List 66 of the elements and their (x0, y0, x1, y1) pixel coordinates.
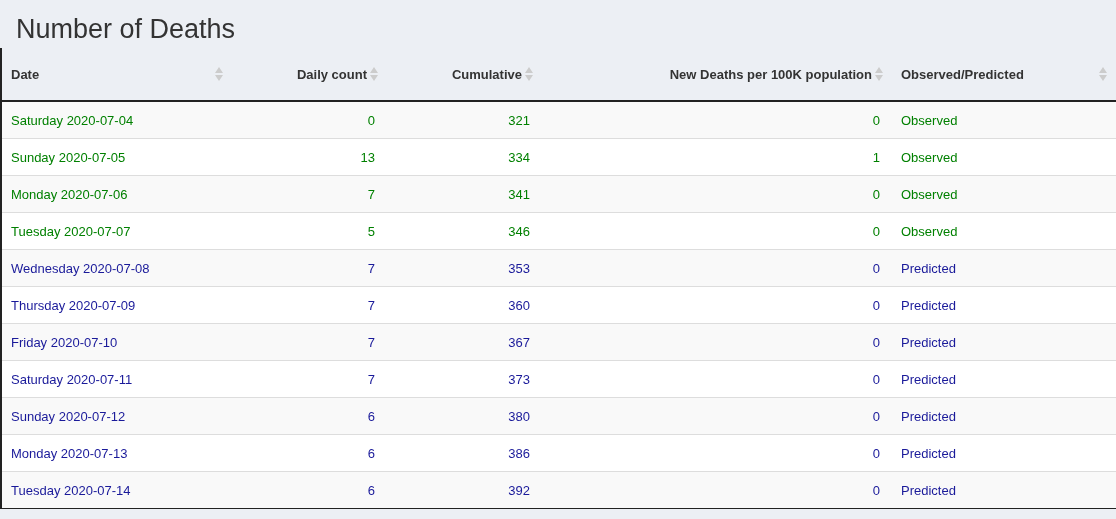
table-cell-text: 0 (871, 445, 881, 461)
table-cell-text: Observed (900, 186, 959, 202)
table-cell-text: Wednesday 2020-07-08 (10, 260, 151, 276)
table-cell-text: 341 (507, 186, 531, 202)
table-cell-text: 0 (871, 408, 881, 424)
column-header[interactable]: Date (2, 66, 232, 82)
table-cell-text: 7 (366, 371, 376, 387)
table-cell-text: Saturday 2020-07-04 (10, 112, 135, 128)
column-header[interactable]: Daily count (232, 66, 387, 82)
table-cell-text: Predicted (900, 408, 957, 424)
table-cell-text: 0 (871, 334, 881, 350)
table-cell-text: 6 (366, 408, 376, 424)
table-cell-text: 392 (507, 482, 531, 498)
table-cell-text: 321 (507, 112, 531, 128)
column-header[interactable]: Observed/Predicted (892, 66, 1116, 82)
table-cell-text: 6 (366, 482, 376, 498)
column-header[interactable]: New Deaths per 100K population (542, 66, 892, 82)
table-cell-text: Predicted (900, 482, 957, 498)
table-cell-text: Observed (900, 223, 959, 239)
table-cell-text: 1 (871, 149, 881, 165)
table-cell-text: Observed (900, 112, 959, 128)
table-cell-text: Observed (900, 149, 959, 165)
table-cell-text: 7 (366, 186, 376, 202)
table-cell-text: Friday 2020-07-10 (10, 334, 119, 350)
table-cell-text: 346 (507, 223, 531, 239)
table-cell-text: Tuesday 2020-07-14 (10, 482, 132, 498)
table-cell-text: 5 (366, 223, 376, 239)
table-cell-text: 373 (507, 371, 531, 387)
table-cell-text: 0 (871, 482, 881, 498)
table-cell-text: Monday 2020-07-13 (10, 445, 129, 461)
table-cell-text: Thursday 2020-07-09 (10, 297, 137, 313)
table-cell-text: Saturday 2020-07-11 (10, 371, 134, 387)
column-header[interactable]: Cumulative (387, 66, 542, 82)
sort-icon[interactable] (370, 66, 378, 82)
table-cell-text: 0 (871, 371, 881, 387)
table-cell-text: Predicted (900, 297, 957, 313)
table-cell-text: 360 (507, 297, 531, 313)
table-cell-text: Predicted (900, 334, 957, 350)
table-cell-text: 0 (871, 186, 881, 202)
table-cell-text: Tuesday 2020-07-07 (10, 223, 132, 239)
table-cell-text: 0 (366, 112, 376, 128)
sort-icon[interactable] (875, 66, 883, 82)
sort-icon[interactable] (215, 66, 223, 82)
table-cell-text: Predicted (900, 445, 957, 461)
table-cell-text: 7 (366, 260, 376, 276)
table-cell-text: Predicted (900, 371, 957, 387)
table-cell-text: Monday 2020-07-06 (10, 186, 129, 202)
table-cell-text: 367 (507, 334, 531, 350)
table-cell-text: Predicted (900, 260, 957, 276)
sort-icon[interactable] (1099, 66, 1107, 82)
sort-icon[interactable] (525, 66, 533, 82)
table-cell-text: 0 (871, 260, 881, 276)
table-cell-text: 334 (507, 149, 531, 165)
table-cell-text: 0 (871, 112, 881, 128)
table-cell-text: 353 (507, 260, 531, 276)
table-cell-text: 13 (359, 149, 376, 165)
table-cell-text: 7 (366, 297, 376, 313)
table-cell-text: 0 (871, 297, 881, 313)
page-title: Number of Deaths (15, 13, 237, 46)
table-cell-text: Sunday 2020-07-12 (10, 408, 127, 424)
table-cell-text: 0 (871, 223, 881, 239)
table-cell-text: 380 (507, 408, 531, 424)
table-cell-text: 386 (507, 445, 531, 461)
table-cell-text: 7 (366, 334, 376, 350)
table-cell-text: Sunday 2020-07-05 (10, 149, 127, 165)
table-cell-text: 6 (366, 445, 376, 461)
